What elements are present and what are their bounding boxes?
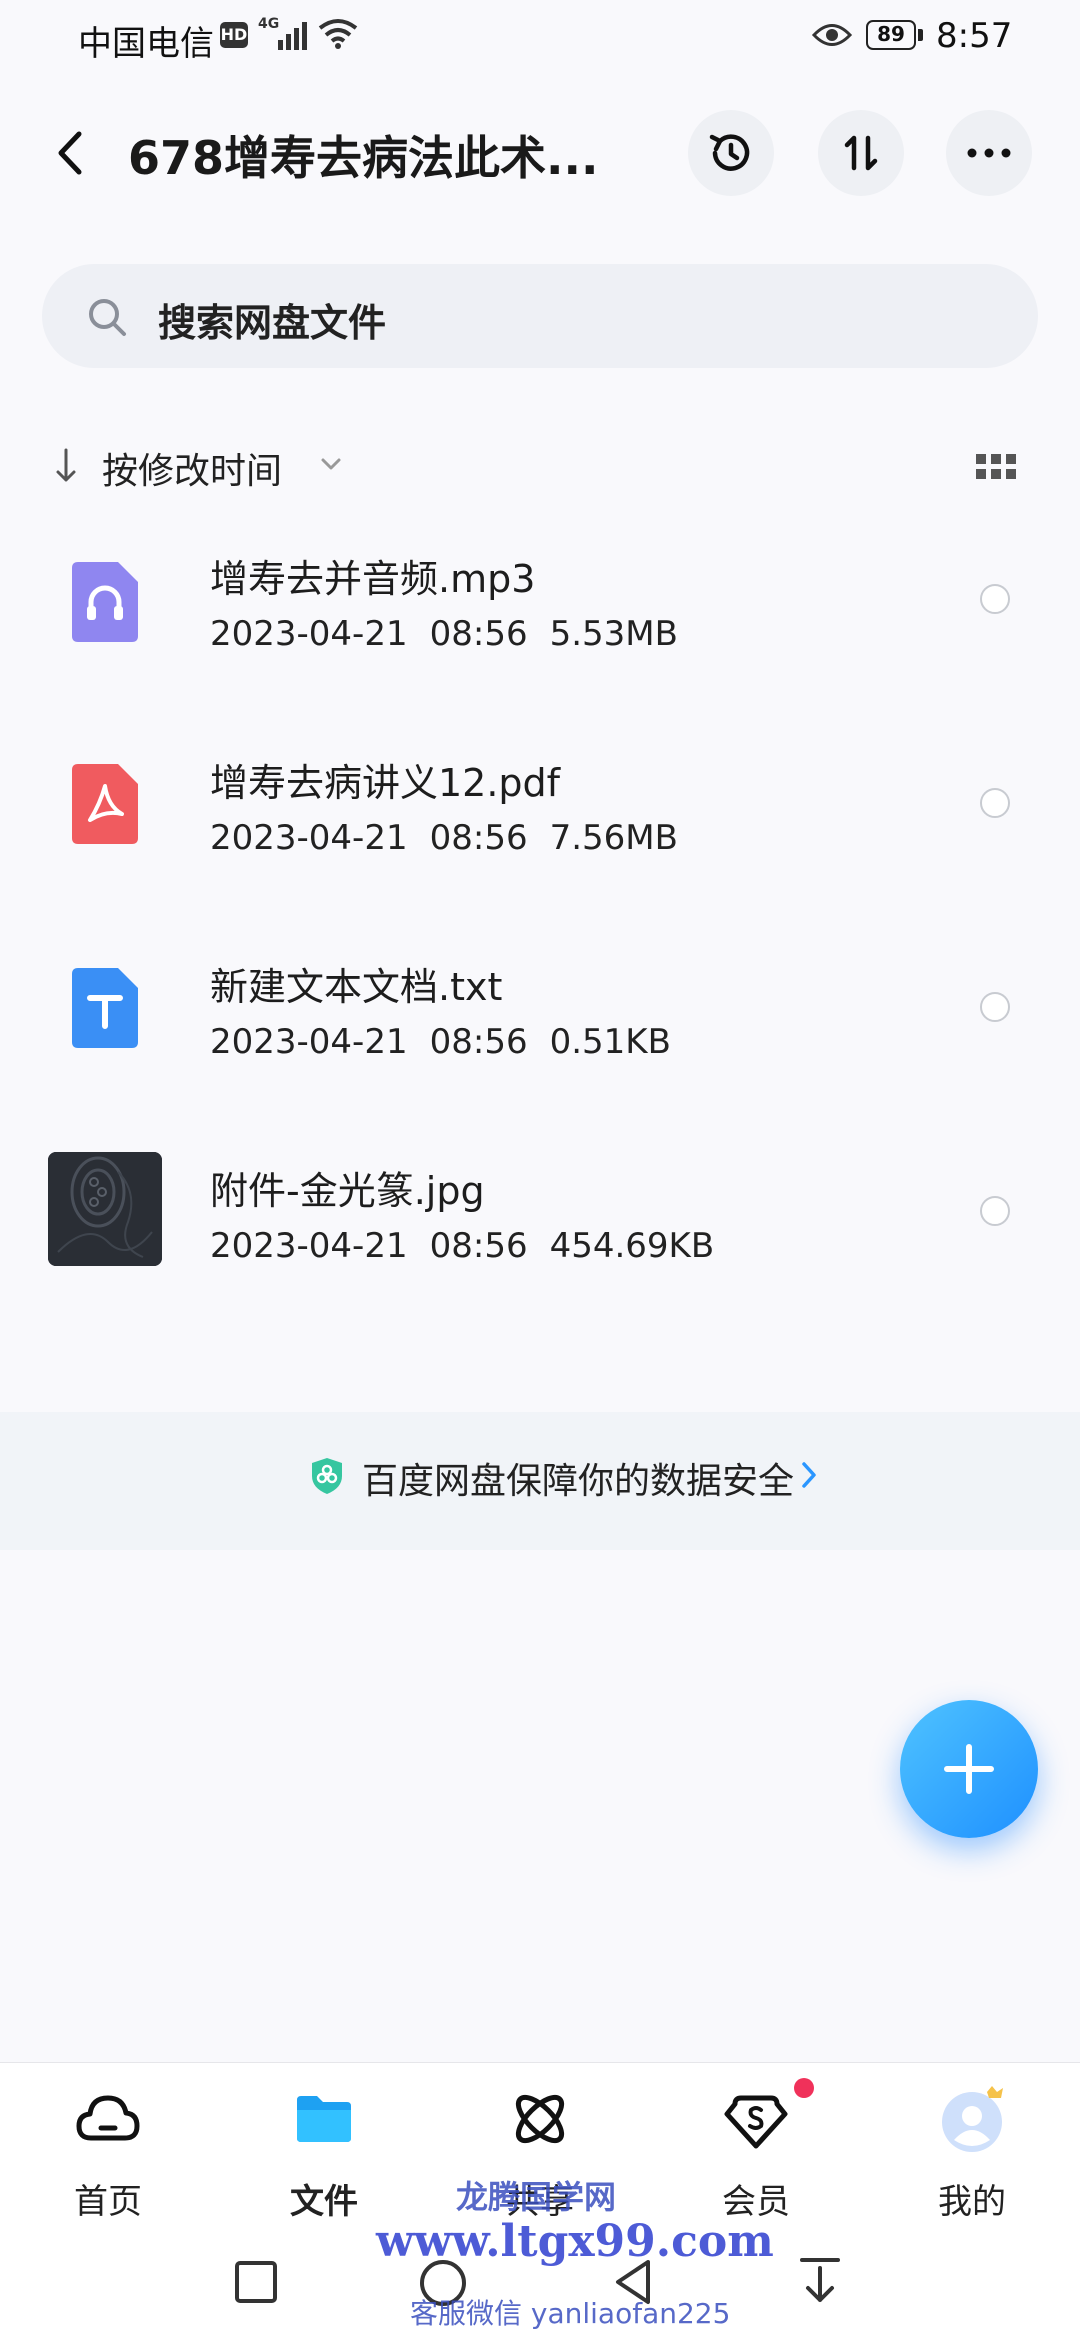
wifi-icon [318,19,358,49]
history-button[interactable] [688,110,774,196]
nav-label: 首页 [74,2182,142,2222]
file-date: 2023-04-21 [210,818,408,858]
plus-icon [944,1744,994,1794]
shield-icon [312,1458,342,1494]
eye-comfort-icon [812,24,852,46]
security-text[interactable]: 百度网盘保障你的数据安全 [362,1452,794,1504]
file-size: 5.53MB [549,614,678,654]
watermark-contact: 客服微信 yanliaofan225 [410,2297,731,2330]
watermark-site-name: 龙腾国学网 [456,2178,617,2216]
file-name: 附件-金光篆.jpg [210,1169,485,1213]
file-size: 454.69KB [549,1226,715,1266]
recent-apps-icon[interactable] [234,2260,278,2304]
add-button[interactable] [900,1700,1038,1838]
battery-indicator: 89 [866,20,916,50]
select-radio[interactable] [980,992,1010,1022]
nav-vip[interactable]: 会员 [686,2084,826,2223]
file-date: 2023-04-21 [210,1022,408,1062]
nav-files[interactable]: 文件 [254,2084,394,2223]
file-meta: 2023-04-21 08:56 5.53MB [210,614,678,654]
chevron-down-icon[interactable] [320,456,342,472]
page-title: 678增寿去病法此术... [128,131,599,185]
text-file-icon [72,968,138,1048]
notification-dot [794,2078,814,2098]
chevron-right-icon[interactable] [800,1460,818,1490]
sort-mode-label[interactable]: 按修改时间 [102,442,282,494]
signal-icon [278,22,307,50]
hd-badge: HD [220,22,248,48]
file-name: 新建文本文档.txt [210,965,503,1009]
file-name: 增寿去病讲义12.pdf [210,761,561,805]
grid-view-icon[interactable] [976,454,1016,480]
file-row[interactable] [0,1112,1080,1312]
file-time: 08:56 [429,818,528,858]
search-icon [89,299,126,336]
nav-home[interactable]: 首页 [38,2084,178,2223]
select-radio[interactable] [980,788,1010,818]
sort-button[interactable] [818,110,904,196]
sort-direction-icon[interactable] [54,446,78,486]
share-atom-icon [515,2094,565,2144]
nav-label: 我的 [938,2182,1006,2222]
audio-file-icon [72,562,138,642]
file-time: 08:56 [429,614,528,654]
avatar-icon [942,2086,1003,2152]
pdf-file-icon [72,764,138,844]
file-name: 增寿去并音频.mp3 [210,557,536,601]
sort-icon [844,135,878,171]
file-meta: 2023-04-21 08:56 7.56MB [210,818,678,858]
image-thumbnail [48,1152,162,1266]
clock: 8:57 [936,16,1013,56]
nav-mine[interactable]: 我的 [902,2084,1042,2223]
battery-tip [918,29,923,41]
nav-label: 文件 [290,2182,358,2222]
select-radio[interactable] [980,584,1010,614]
file-size: 0.51KB [549,1022,671,1062]
file-time: 08:56 [429,1226,528,1266]
back-button[interactable] [40,118,100,188]
back-icon [58,131,82,175]
file-meta: 2023-04-21 08:56 0.51KB [210,1022,671,1062]
more-button[interactable] [946,110,1032,196]
history-icon [709,134,750,171]
cloud-home-icon [76,2095,140,2141]
more-icon [967,148,1011,158]
file-row[interactable] [0,908,1080,1108]
select-radio[interactable] [980,1196,1010,1226]
notification-pull-icon[interactable] [798,2256,842,2308]
watermark-url: www.ltgx99.com [376,2216,774,2267]
file-row[interactable] [0,500,1080,700]
file-meta: 2023-04-21 08:56 454.69KB [210,1226,714,1266]
folder-icon [297,2096,351,2142]
file-date: 2023-04-21 [210,1226,408,1266]
file-time: 08:56 [429,1022,528,1062]
file-size: 7.56MB [549,818,678,858]
vip-diamond-icon [724,2095,788,2149]
file-date: 2023-04-21 [210,614,408,654]
search-placeholder[interactable]: 搜索网盘文件 [158,292,386,347]
carrier-name: 中国电信 [78,24,214,64]
